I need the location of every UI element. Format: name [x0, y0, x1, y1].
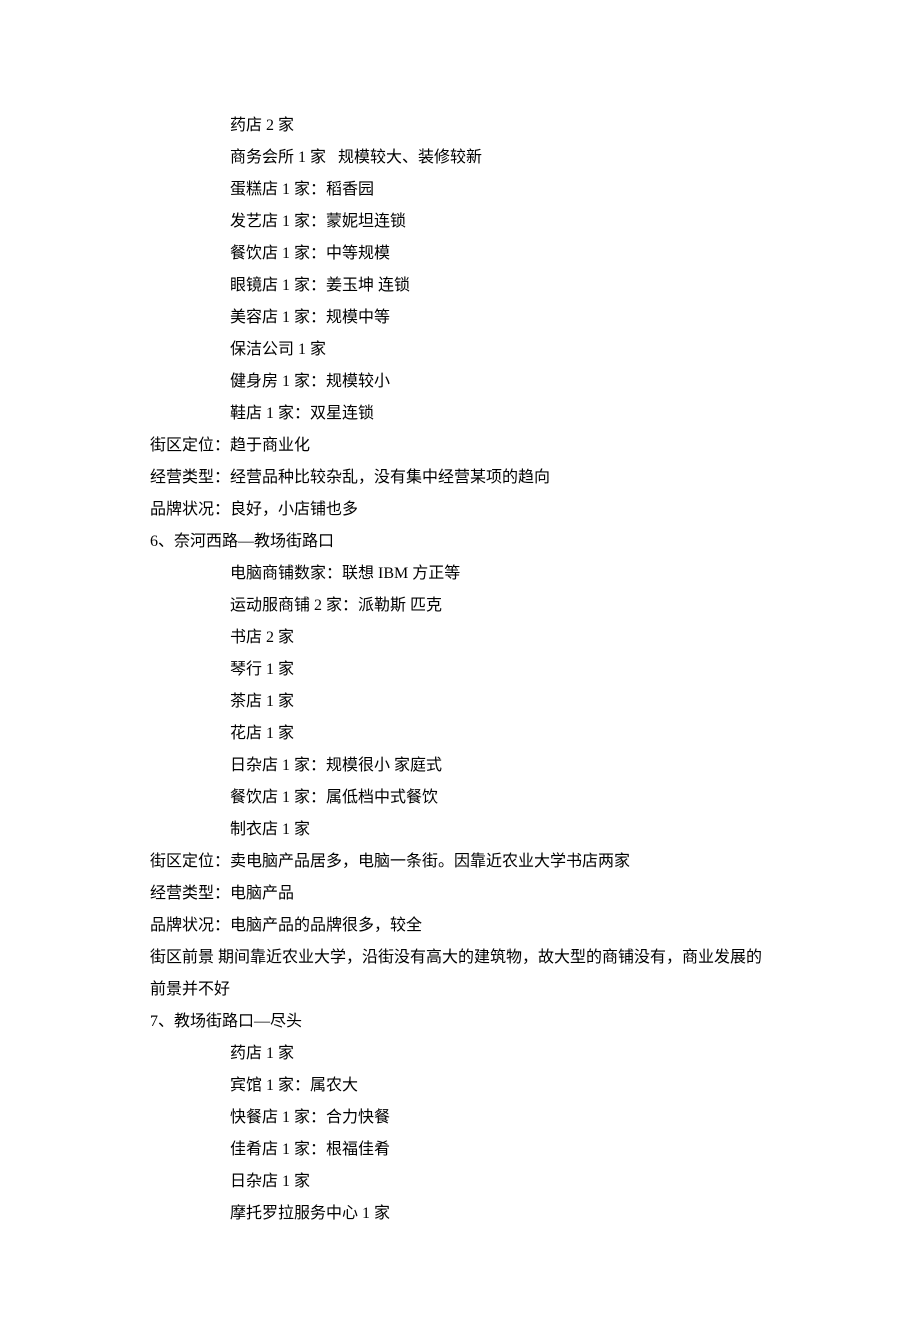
text-line: 快餐店 1 家：合力快餐 — [150, 1102, 770, 1134]
text-line: 摩托罗拉服务中心 1 家 — [150, 1198, 770, 1230]
text-line: 日杂店 1 家：规模很小 家庭式 — [150, 750, 770, 782]
text-line: 保洁公司 1 家 — [150, 334, 770, 366]
text-line: 药店 2 家 — [150, 110, 770, 142]
text-line: 鞋店 1 家：双星连锁 — [150, 398, 770, 430]
text-line: 宾馆 1 家：属农大 — [150, 1070, 770, 1102]
text-line: 商务会所 1 家 规模较大、装修较新 — [150, 142, 770, 174]
text-line: 品牌状况：电脑产品的品牌很多，较全 — [150, 910, 770, 942]
text-line: 品牌状况：良好，小店铺也多 — [150, 494, 770, 526]
text-line: 街区前景 期间靠近农业大学，沿街没有高大的建筑物，故大型的商铺没有，商业发展的前… — [150, 942, 770, 1006]
text-line: 佳肴店 1 家：根福佳肴 — [150, 1134, 770, 1166]
text-line: 发艺店 1 家：蒙妮坦连锁 — [150, 206, 770, 238]
text-line: 制衣店 1 家 — [150, 814, 770, 846]
text-line: 药店 1 家 — [150, 1038, 770, 1070]
text-line: 街区定位：趋于商业化 — [150, 430, 770, 462]
document-page: 药店 2 家商务会所 1 家 规模较大、装修较新蛋糕店 1 家：稻香园发艺店 1… — [0, 0, 920, 1330]
text-line: 餐饮店 1 家：属低档中式餐饮 — [150, 782, 770, 814]
text-line: 眼镜店 1 家：姜玉坤 连锁 — [150, 270, 770, 302]
text-line: 蛋糕店 1 家：稻香园 — [150, 174, 770, 206]
text-line: 餐饮店 1 家：中等规模 — [150, 238, 770, 270]
text-line: 7、教场街路口—尽头 — [150, 1006, 770, 1038]
text-line: 电脑商铺数家：联想 IBM 方正等 — [150, 558, 770, 590]
document-content: 药店 2 家商务会所 1 家 规模较大、装修较新蛋糕店 1 家：稻香园发艺店 1… — [150, 110, 770, 1230]
text-line: 经营类型：经营品种比较杂乱，没有集中经营某项的趋向 — [150, 462, 770, 494]
text-line: 茶店 1 家 — [150, 686, 770, 718]
text-line: 琴行 1 家 — [150, 654, 770, 686]
text-line: 6、奈河西路—教场街路口 — [150, 526, 770, 558]
text-line: 日杂店 1 家 — [150, 1166, 770, 1198]
text-line: 健身房 1 家：规模较小 — [150, 366, 770, 398]
text-line: 运动服商铺 2 家：派勒斯 匹克 — [150, 590, 770, 622]
text-line: 书店 2 家 — [150, 622, 770, 654]
text-line: 花店 1 家 — [150, 718, 770, 750]
text-line: 美容店 1 家：规模中等 — [150, 302, 770, 334]
text-line: 经营类型：电脑产品 — [150, 878, 770, 910]
text-line: 街区定位：卖电脑产品居多，电脑一条街。因靠近农业大学书店两家 — [150, 846, 770, 878]
